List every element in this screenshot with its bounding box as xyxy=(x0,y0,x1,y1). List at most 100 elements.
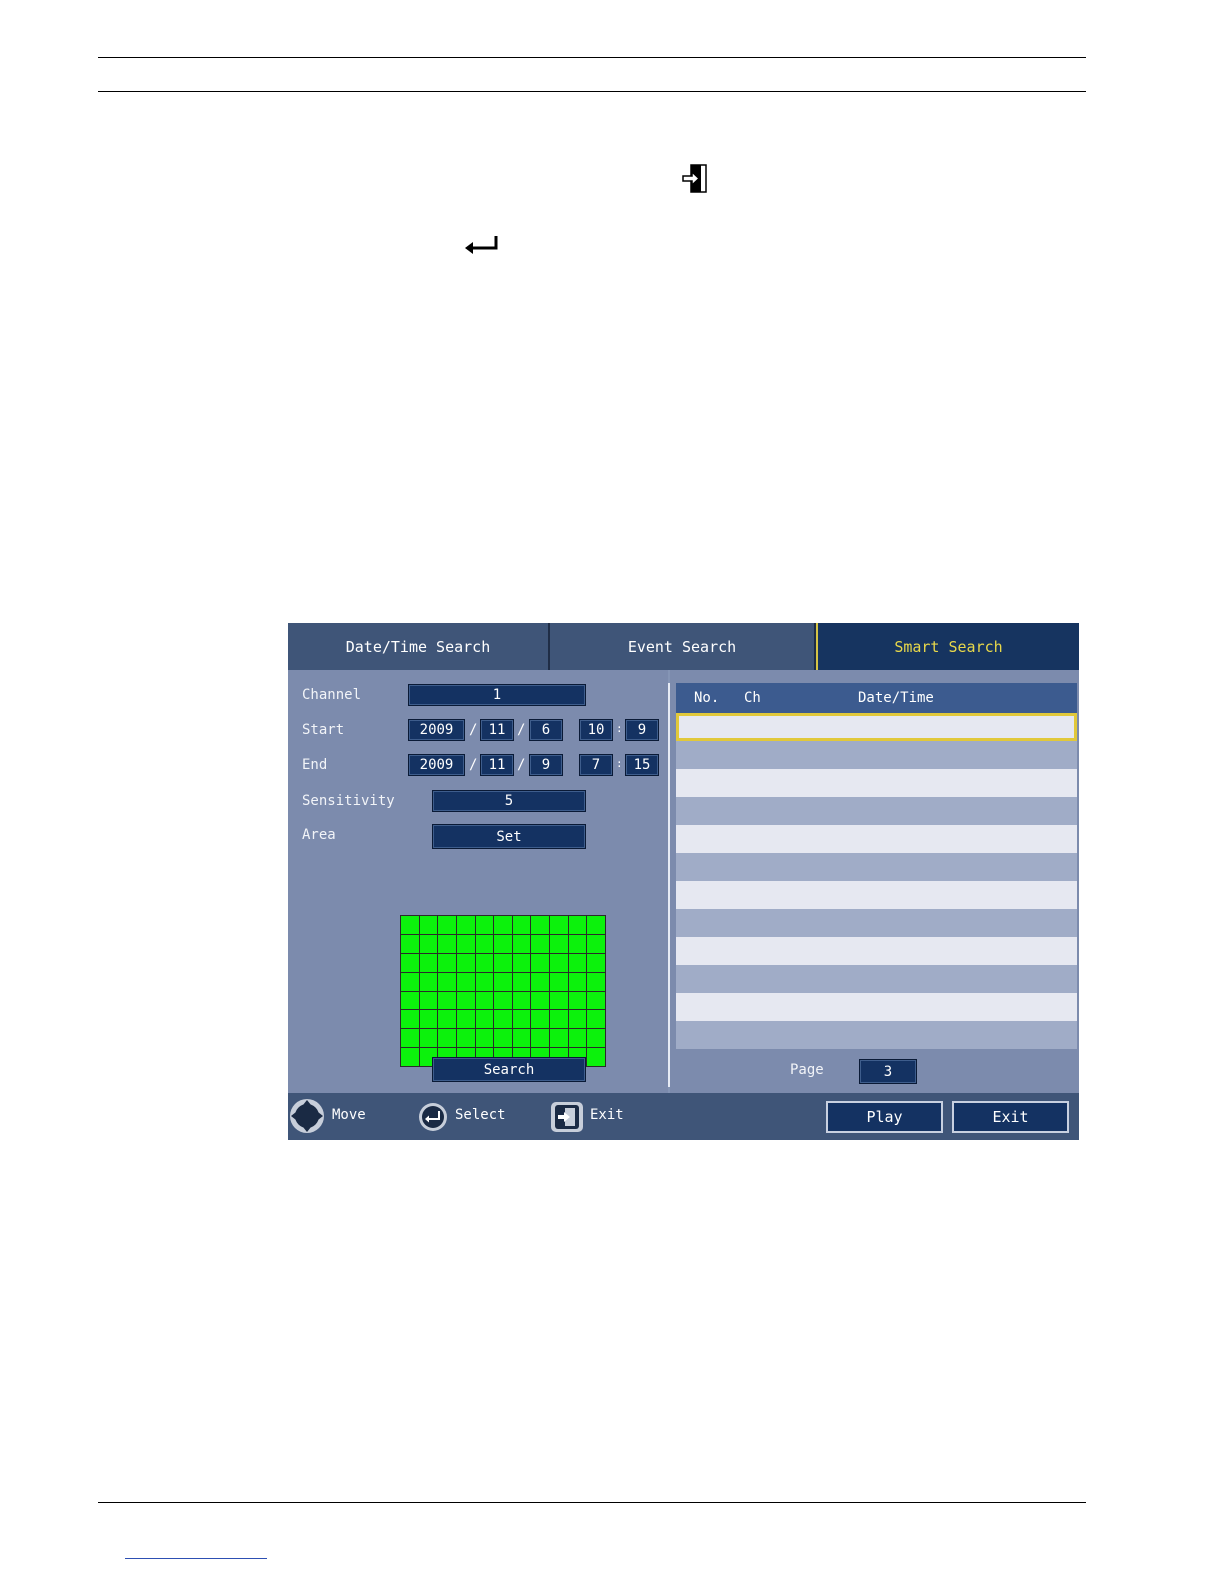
table-row[interactable] xyxy=(676,937,1077,965)
table-row[interactable] xyxy=(676,881,1077,909)
table-row[interactable] xyxy=(676,713,1077,741)
table-row[interactable] xyxy=(676,965,1077,993)
motion-area-cell[interactable] xyxy=(512,1029,531,1048)
table-row[interactable] xyxy=(676,909,1077,937)
start-day-field[interactable]: 6 xyxy=(529,719,563,741)
start-hour-field[interactable]: 10 xyxy=(579,719,613,741)
motion-area-cell[interactable] xyxy=(438,1010,456,1029)
sensitivity-field[interactable]: 5 xyxy=(432,790,586,812)
motion-area-cell[interactable] xyxy=(475,1010,494,1029)
motion-area-cell[interactable] xyxy=(456,934,475,953)
motion-area-cell[interactable] xyxy=(475,972,494,991)
table-row[interactable] xyxy=(676,993,1077,1021)
motion-area-cell[interactable] xyxy=(531,972,550,991)
motion-area-cell[interactable] xyxy=(419,991,438,1010)
motion-area-cell[interactable] xyxy=(550,953,568,972)
motion-area-cell[interactable] xyxy=(401,1029,419,1048)
motion-area-cell[interactable] xyxy=(438,953,456,972)
play-button[interactable]: Play xyxy=(826,1101,943,1133)
motion-area-cell[interactable] xyxy=(401,972,419,991)
motion-area-cell[interactable] xyxy=(568,916,587,934)
motion-area-cell[interactable] xyxy=(494,1010,512,1029)
motion-area-cell[interactable] xyxy=(475,953,494,972)
motion-area-cell[interactable] xyxy=(550,916,568,934)
motion-area-cell[interactable] xyxy=(494,972,512,991)
search-button[interactable]: Search xyxy=(432,1057,586,1082)
exit-button[interactable]: Exit xyxy=(952,1101,1069,1133)
motion-area-cell[interactable] xyxy=(401,934,419,953)
motion-area-cell[interactable] xyxy=(587,972,605,991)
motion-area-cell[interactable] xyxy=(587,953,605,972)
motion-area-cell[interactable] xyxy=(456,972,475,991)
motion-area-cell[interactable] xyxy=(587,916,605,934)
table-row[interactable] xyxy=(676,769,1077,797)
motion-area-cell[interactable] xyxy=(438,991,456,1010)
motion-area-cell[interactable] xyxy=(401,991,419,1010)
motion-area-cell[interactable] xyxy=(475,1029,494,1048)
table-row[interactable] xyxy=(676,825,1077,853)
motion-area-cell[interactable] xyxy=(438,972,456,991)
motion-area-cell[interactable] xyxy=(550,1010,568,1029)
motion-area-cell[interactable] xyxy=(550,1029,568,1048)
tab-event-search[interactable]: Event Search xyxy=(550,623,816,670)
tab-smart-search[interactable]: Smart Search xyxy=(816,623,1079,670)
motion-area-cell[interactable] xyxy=(531,953,550,972)
table-row[interactable] xyxy=(676,797,1077,825)
motion-area-cell[interactable] xyxy=(438,916,456,934)
end-year-field[interactable]: 2009 xyxy=(408,754,465,776)
motion-area-cell[interactable] xyxy=(587,991,605,1010)
motion-area-cell[interactable] xyxy=(494,916,512,934)
motion-area-cell[interactable] xyxy=(568,991,587,1010)
motion-area-cell[interactable] xyxy=(587,1029,605,1048)
motion-area-cell[interactable] xyxy=(456,991,475,1010)
motion-area-cell[interactable] xyxy=(531,916,550,934)
motion-area-cell[interactable] xyxy=(456,916,475,934)
motion-area-cell[interactable] xyxy=(512,972,531,991)
motion-area-cell[interactable] xyxy=(456,1010,475,1029)
end-month-field[interactable]: 11 xyxy=(480,754,514,776)
motion-area-cell[interactable] xyxy=(419,1029,438,1048)
motion-area-cell[interactable] xyxy=(475,916,494,934)
table-row[interactable] xyxy=(676,853,1077,881)
motion-area-cell[interactable] xyxy=(475,934,494,953)
start-month-field[interactable]: 11 xyxy=(480,719,514,741)
motion-area-cell[interactable] xyxy=(512,934,531,953)
end-hour-field[interactable]: 7 xyxy=(579,754,613,776)
motion-area-cell[interactable] xyxy=(568,972,587,991)
motion-area-cell[interactable] xyxy=(531,1010,550,1029)
motion-area-cell[interactable] xyxy=(419,1010,438,1029)
motion-area-cell[interactable] xyxy=(401,1010,419,1029)
table-row[interactable] xyxy=(676,1021,1077,1049)
motion-area-cell[interactable] xyxy=(587,1048,605,1066)
motion-area-cell[interactable] xyxy=(531,934,550,953)
motion-area-cell[interactable] xyxy=(438,934,456,953)
motion-area-cell[interactable] xyxy=(512,991,531,1010)
start-year-field[interactable]: 2009 xyxy=(408,719,465,741)
motion-area-cell[interactable] xyxy=(531,1029,550,1048)
motion-area-cell[interactable] xyxy=(494,934,512,953)
page-field[interactable]: 3 xyxy=(859,1059,917,1084)
motion-area-cell[interactable] xyxy=(568,953,587,972)
motion-area-cell[interactable] xyxy=(550,991,568,1010)
motion-area-cell[interactable] xyxy=(494,991,512,1010)
motion-area-cell[interactable] xyxy=(550,934,568,953)
motion-area-cell[interactable] xyxy=(438,1029,456,1048)
motion-area-cell[interactable] xyxy=(401,916,419,934)
area-set-button[interactable]: Set xyxy=(432,824,586,849)
motion-area-grid[interactable] xyxy=(400,915,606,1067)
motion-area-cell[interactable] xyxy=(401,953,419,972)
motion-area-cell[interactable] xyxy=(512,953,531,972)
motion-area-cell[interactable] xyxy=(475,991,494,1010)
start-minute-field[interactable]: 9 xyxy=(625,719,659,741)
motion-area-cell[interactable] xyxy=(587,934,605,953)
motion-area-cell[interactable] xyxy=(550,972,568,991)
motion-area-cell[interactable] xyxy=(531,991,550,1010)
motion-area-cell[interactable] xyxy=(494,953,512,972)
motion-area-cell[interactable] xyxy=(587,1010,605,1029)
motion-area-cell[interactable] xyxy=(456,1029,475,1048)
motion-area-cell[interactable] xyxy=(419,934,438,953)
motion-area-cell[interactable] xyxy=(568,1029,587,1048)
tab-date-time-search[interactable]: Date/Time Search xyxy=(288,623,550,670)
motion-area-cell[interactable] xyxy=(512,1010,531,1029)
motion-area-cell[interactable] xyxy=(512,916,531,934)
